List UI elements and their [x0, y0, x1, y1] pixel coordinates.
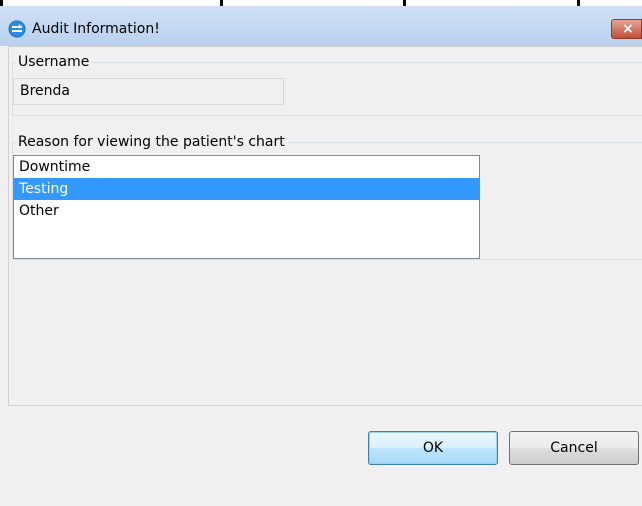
username-label: Username — [16, 53, 92, 71]
ok-button[interactable]: OK — [368, 431, 498, 465]
close-icon: × — [622, 21, 634, 37]
cancel-button[interactable]: Cancel — [509, 431, 639, 465]
window-title: Audit Information! — [32, 21, 160, 37]
reason-item-downtime[interactable]: Downtime — [14, 156, 479, 178]
reason-list[interactable]: Downtime Testing Other — [13, 155, 480, 259]
app-icon — [8, 20, 26, 38]
reason-label: Reason for viewing the patient's chart — [16, 133, 287, 151]
username-field[interactable]: Brenda — [13, 78, 284, 105]
reason-item-testing[interactable]: Testing — [14, 178, 479, 200]
title-bar[interactable]: Audit Information! × — [0, 6, 642, 46]
close-button[interactable]: × — [611, 19, 642, 39]
reason-item-other[interactable]: Other — [14, 200, 479, 222]
